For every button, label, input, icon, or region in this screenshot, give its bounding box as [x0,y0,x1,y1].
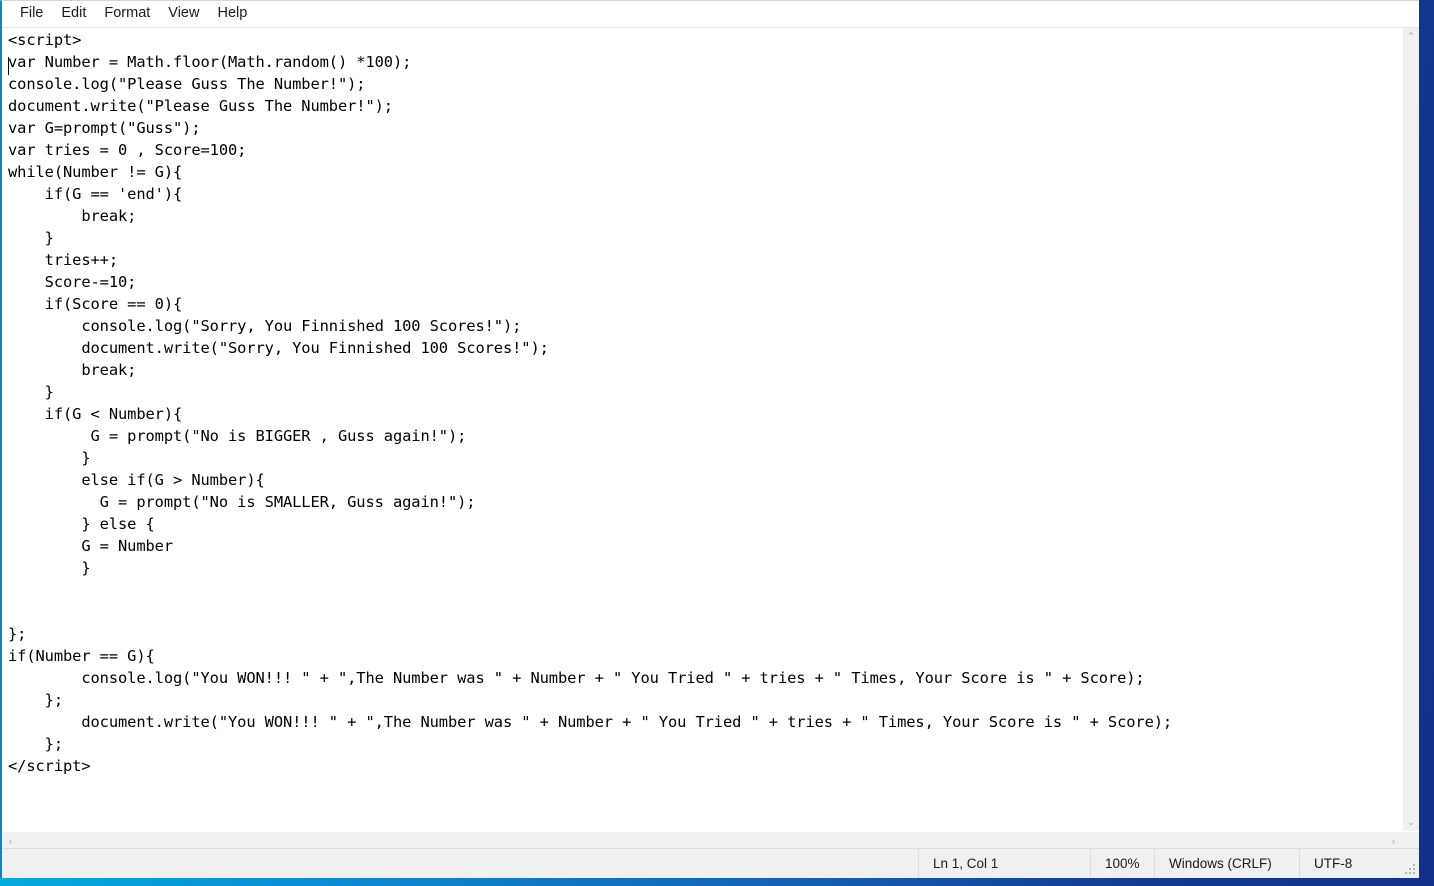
editor-text-content[interactable]: <script> var Number = Math.floor(Math.ra… [8,29,1172,777]
menu-item-view[interactable]: View [159,3,208,25]
vertical-scrollbar[interactable]: ⌃ ⌄ [1402,28,1419,831]
scroll-right-icon[interactable]: › [1385,832,1402,849]
scroll-left-icon[interactable]: ‹ [2,832,19,849]
menu-item-help[interactable]: Help [208,3,256,25]
text-caret [8,57,9,75]
status-zoom-level[interactable]: 100% [1090,849,1154,878]
status-line-ending[interactable]: Windows (CRLF) [1154,849,1299,878]
notepad-window: File Edit Format View Help <script> var … [0,0,1419,878]
status-bar-spacer [2,849,918,878]
vertical-scrollbar-track[interactable] [1403,45,1420,814]
scrollbar-corner [1402,832,1419,848]
scroll-down-icon[interactable]: ⌄ [1403,814,1420,831]
menu-item-edit[interactable]: Edit [52,3,95,25]
horizontal-scrollbar-track[interactable] [19,832,1385,849]
menu-item-format[interactable]: Format [95,3,159,25]
resize-grip-icon[interactable] [1405,864,1416,875]
menu-item-file[interactable]: File [11,3,52,25]
status-encoding[interactable]: UTF-8 [1299,849,1419,878]
editor-area: <script> var Number = Math.floor(Math.ra… [2,28,1419,831]
status-bar: Ln 1, Col 1 100% Windows (CRLF) UTF-8 [2,848,1419,878]
menu-bar: File Edit Format View Help [2,1,1419,28]
horizontal-scrollbar[interactable]: ‹ › [2,831,1419,848]
status-encoding-label: UTF-8 [1314,856,1353,871]
text-editor-canvas[interactable]: <script> var Number = Math.floor(Math.ra… [2,28,1402,831]
scroll-up-icon[interactable]: ⌃ [1403,28,1420,45]
status-line-column[interactable]: Ln 1, Col 1 [918,849,1090,878]
